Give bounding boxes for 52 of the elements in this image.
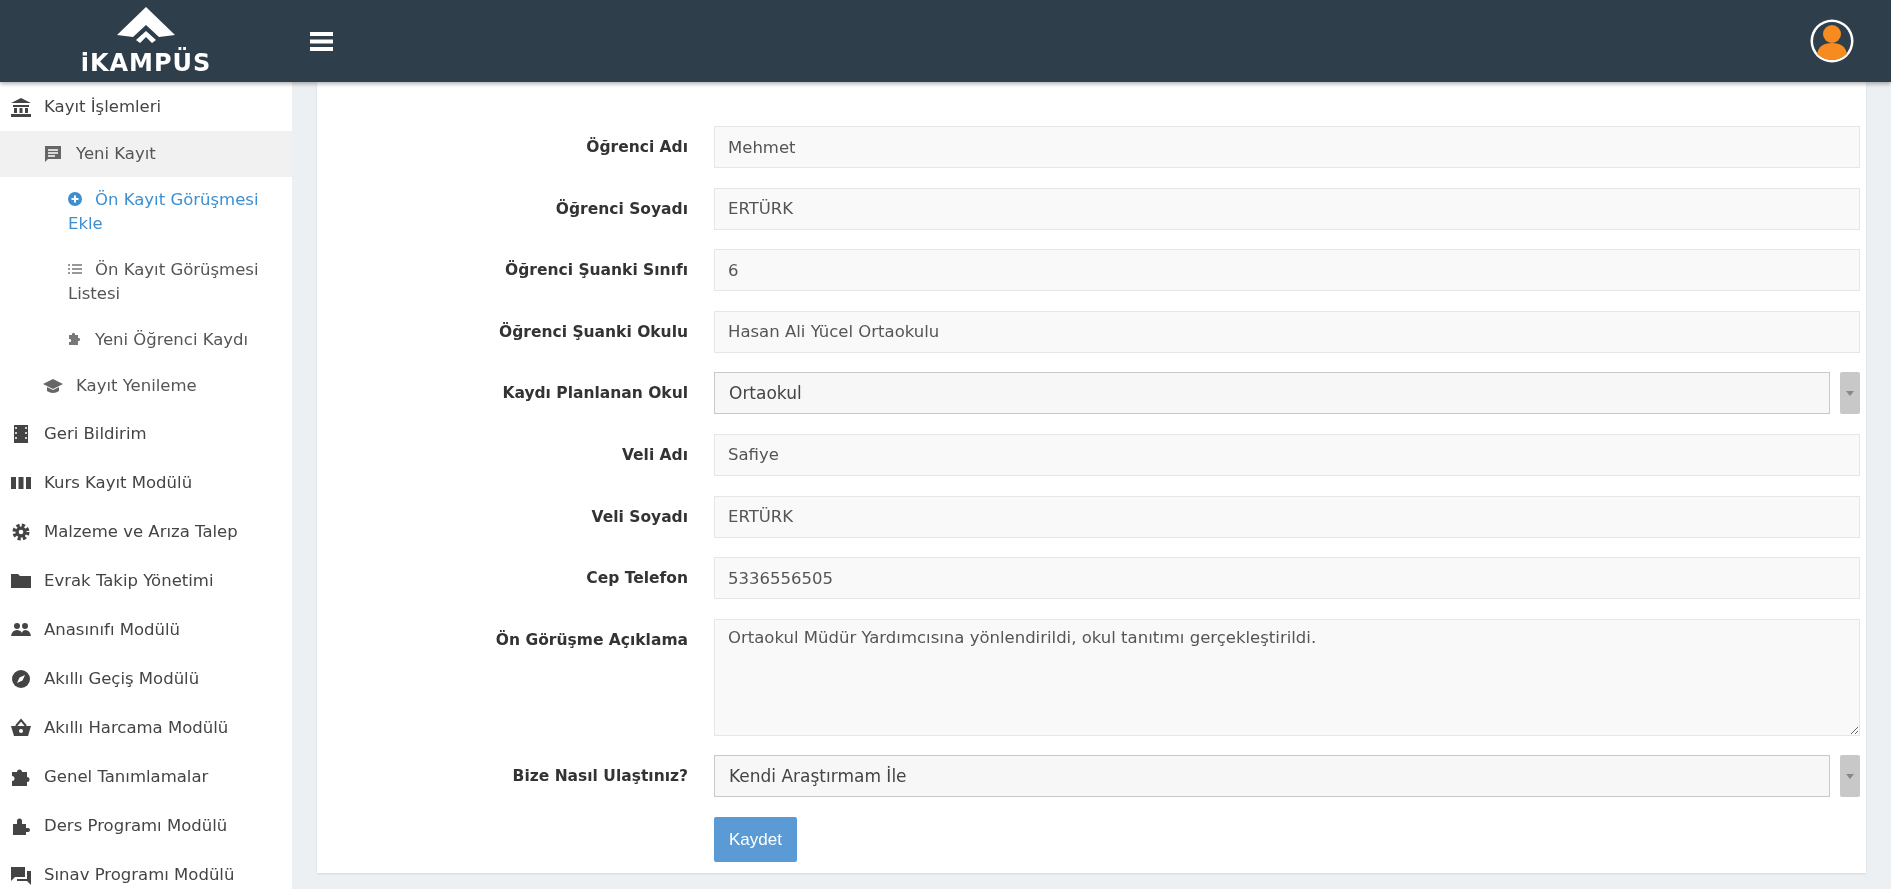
field-label: Öğrenci Şuanki Okulu <box>498 321 688 343</box>
graduation-cap-icon <box>42 376 64 396</box>
sidebar-item[interactable]: Kayıt İşlemleri <box>0 82 292 131</box>
text-field[interactable]: 6 <box>714 249 1860 292</box>
text-field[interactable]: ERTÜRK <box>714 495 1860 538</box>
sidebar-item[interactable]: Ön Kayıt Görüşmesi Listesi <box>0 247 292 317</box>
message-icon <box>42 144 64 164</box>
chat-icon <box>10 864 32 885</box>
sidebar-item[interactable]: Ön Kayıt Görüşmesi Ekle <box>0 177 292 247</box>
text-area[interactable]: Ortaokul Müdür Yardımcısına yönlendirildi, okul tanıtımı gerçekleştirildi. <box>714 618 1860 736</box>
caret-icon <box>1846 390 1854 396</box>
field-label: Veli Soyadı <box>590 506 688 528</box>
list-icon <box>68 262 82 276</box>
select-field[interactable]: Kendi Araştırmam İle <box>714 755 1830 798</box>
dropdown-button[interactable] <box>1840 372 1860 415</box>
text-field[interactable]: Hasan Ali Yücel Ortaokulu <box>714 310 1860 353</box>
plus-circle-icon <box>68 192 82 206</box>
sidebar-item[interactable]: Kayıt Yenileme <box>0 363 292 409</box>
sidebar-item[interactable]: Malzeme ve Arıza Talep <box>0 507 292 556</box>
bank-icon <box>10 96 32 117</box>
field-label: Öğrenci Şuanki Sınıfı <box>504 259 688 282</box>
sidebar-item[interactable]: Evrak Takip Yönetimi <box>0 556 292 605</box>
field-label: Kaydı Planlanan Okul <box>501 383 688 405</box>
text-field[interactable]: 5336556505 <box>714 557 1860 600</box>
text-field[interactable]: Safiye <box>714 433 1860 476</box>
dropdown-button[interactable] <box>1840 755 1860 798</box>
field-label: Öğrenci Soyadı <box>554 198 688 220</box>
sidebar-item[interactable]: Kurs Kayıt Modülü <box>0 458 292 507</box>
caret-icon <box>1846 773 1854 779</box>
field-label: Bize Nasıl Ulaştınız? <box>511 766 688 788</box>
menu-icon[interactable] <box>310 31 333 51</box>
sidebar-item[interactable]: Anasınıfı Modülü <box>0 605 292 654</box>
compass-icon <box>10 668 32 689</box>
field-label: Öğrenci Adı <box>585 136 688 158</box>
basket-icon <box>10 717 32 738</box>
puzzle-icon <box>68 332 82 346</box>
sidebar-item[interactable]: Sınav Programı Modülü <box>0 850 292 889</box>
sidebar-item[interactable]: Ders Programı Modülü <box>0 801 292 850</box>
sidebar-item[interactable]: Akıllı Harcama Modülü <box>0 703 292 752</box>
field-label: Veli Adı <box>620 444 688 466</box>
avatar-icon[interactable] <box>1809 18 1855 64</box>
field-label: Ön Görüşme Açıklama <box>494 629 688 651</box>
settings-icon <box>10 521 32 542</box>
field-label: Cep Telefon <box>585 568 688 590</box>
sidebar-item[interactable]: Genel Tanımlamalar <box>0 752 292 801</box>
sidebar-item[interactable]: Akıllı Geçiş Modülü <box>0 654 292 703</box>
sidebar-item[interactable]: Yeni Öğrenci Kaydı <box>0 317 292 363</box>
text-field[interactable]: ERTÜRK <box>714 187 1860 230</box>
sidebar-item[interactable]: Yeni Kayıt <box>0 131 292 177</box>
select-field[interactable]: Ortaokul <box>714 372 1830 415</box>
sidebar-item[interactable]: Geri Bildirim <box>0 409 292 458</box>
text-field[interactable]: Mehmet <box>714 126 1860 168</box>
